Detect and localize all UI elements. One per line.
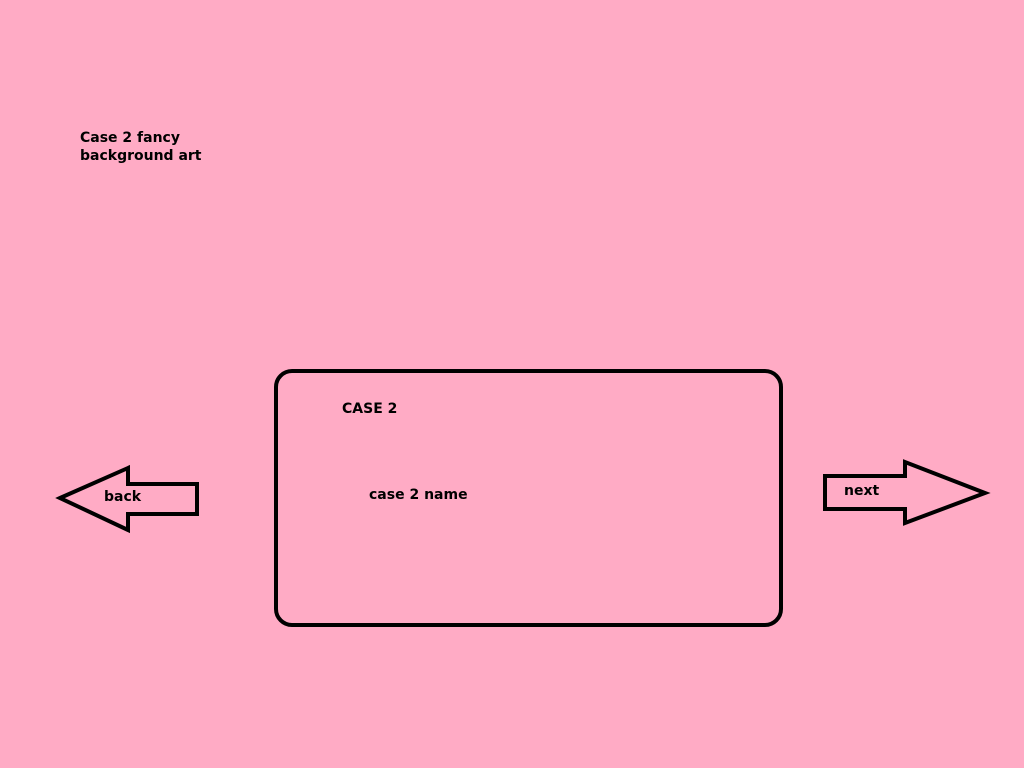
case-title: CASE 2 — [342, 401, 398, 417]
back-label: back — [104, 489, 142, 505]
case-card: CASE 2 case 2 name — [274, 369, 783, 627]
case-name: case 2 name — [369, 487, 468, 503]
next-button[interactable]: next — [821, 459, 991, 527]
background-art-placeholder: Case 2 fancy background art — [80, 130, 202, 164]
back-button[interactable]: back — [55, 463, 201, 535]
next-label: next — [844, 483, 880, 499]
